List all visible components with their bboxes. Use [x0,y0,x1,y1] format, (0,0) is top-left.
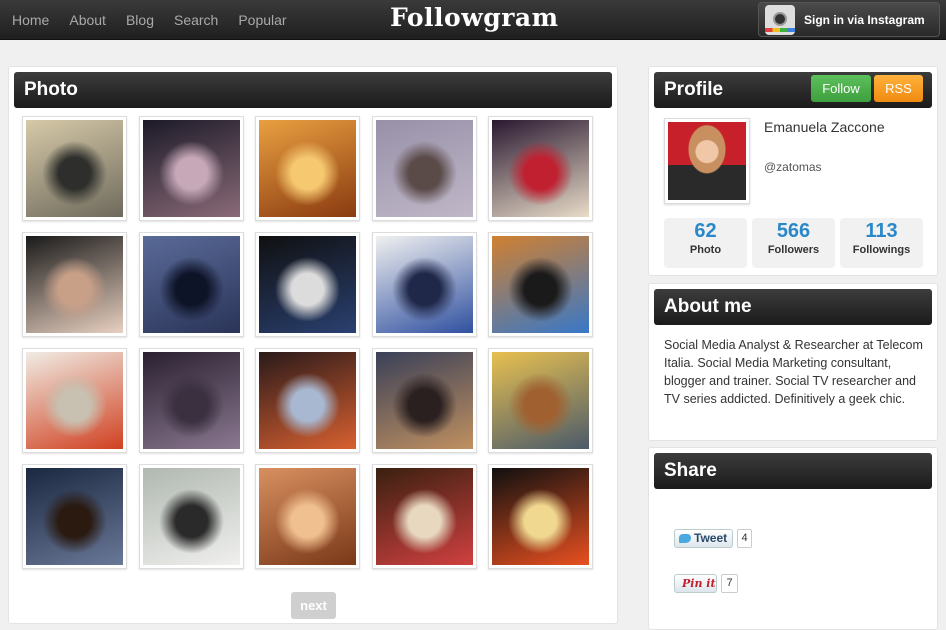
stat-photos-label: Photo [689,244,722,256]
stat-followings-label: Followings [852,244,911,256]
stat-followers-value: 566 [776,220,811,242]
photo-thumbnail-game-theory-book[interactable] [22,348,127,453]
photo-image [375,120,473,217]
photo-thumbnail-business-card[interactable] [255,348,360,453]
photo-thumbnail-misty-city[interactable] [138,464,244,569]
stat-photos[interactable]: 62 Photo [664,218,747,268]
main-nav: Home About Blog Search Popular [12,0,307,40]
stat-photos-value: 62 [694,220,717,242]
photo-image [492,236,589,333]
site-logo[interactable]: Followgram [390,3,559,32]
photo-thumbnail-river-bridge[interactable] [22,116,127,221]
share-title: Share [654,453,932,489]
photo-thumbnail-dachshund-tiles[interactable] [255,464,360,569]
follow-button[interactable]: Follow [811,75,871,102]
top-navigation-bar: Home About Blog Search Popular Followgra… [0,0,946,40]
photo-thumbnail-sfi-bulletin[interactable] [255,232,360,337]
photo-image [142,236,240,333]
photo-thumbnail-orange-mug[interactable] [488,464,593,569]
nav-about-link[interactable]: About [69,12,106,28]
photo-image [142,352,240,449]
stat-followings[interactable]: 113 Followings [840,218,923,268]
tweet-count: 4 [737,529,752,548]
stat-followings-value: 113 [865,220,898,242]
about-text: Social Media Analyst & Researcher at Tel… [664,338,923,406]
photo-image [492,120,589,217]
tweet-button[interactable]: Tweet [674,529,733,548]
profile-username: @zatomas [764,160,822,174]
photo-image [26,352,123,449]
stat-followers[interactable]: 566 Followers [752,218,835,268]
photo-panel-title: Photo [14,72,612,108]
rss-button[interactable]: RSS [874,75,923,102]
photo-thumbnail-office-room[interactable] [488,348,593,453]
sign-in-label: Sign in via Instagram [804,12,925,27]
photo-image [259,468,356,565]
photo-thumbnail-evening-sky[interactable] [138,232,244,337]
photo-thumbnail-tiny-dog-floor[interactable] [371,116,477,221]
photo-thumbnail-milan-cathedral[interactable] [371,348,477,453]
photo-image [259,236,356,333]
nav-blog-link[interactable]: Blog [126,12,154,28]
photo-image [375,352,473,449]
photo-thumbnail-lattice-pie[interactable] [138,116,244,221]
about-title: About me [654,289,932,325]
photo-image [26,120,123,217]
pin-it-button[interactable]: Pin it [674,574,717,593]
photo-image [375,236,473,333]
stat-followers-label: Followers [767,244,820,256]
photo-image [259,120,356,217]
nav-search-link[interactable]: Search [174,12,218,28]
photo-image [26,468,123,565]
next-page-button[interactable]: next [291,592,336,619]
photo-thumbnail-blossom-branches[interactable] [138,348,244,453]
photo-thumbnail-converse-shoes[interactable] [371,232,477,337]
photo-image [492,352,589,449]
pin-count: 7 [721,574,738,593]
photo-thumbnail-dusk-buildings[interactable] [22,464,127,569]
photo-image [26,236,123,333]
nav-popular-link[interactable]: Popular [238,12,286,28]
photo-image [375,468,473,565]
photo-thumbnail-sprinkle-cake[interactable] [22,232,127,337]
twitter-bird-icon [679,534,691,543]
nav-home-link[interactable]: Home [12,12,49,28]
photo-image [259,352,356,449]
photo-image [142,468,240,565]
photo-thumbnail-dachshund-ball[interactable] [255,116,360,221]
sign-in-instagram-button[interactable]: Sign in via Instagram [758,2,940,37]
photo-thumbnail-duck-slippers[interactable] [488,232,593,337]
profile-name: Emanuela Zaccone [764,119,885,135]
avatar[interactable] [664,118,750,204]
photo-thumbnail-dog-sleeping[interactable] [371,464,477,569]
photo-image [492,468,589,565]
instagram-camera-icon [765,4,795,35]
tweet-label: Tweet [694,531,728,545]
photo-image [142,120,240,217]
photo-thumbnail-chocolate-bunny[interactable] [488,116,593,221]
